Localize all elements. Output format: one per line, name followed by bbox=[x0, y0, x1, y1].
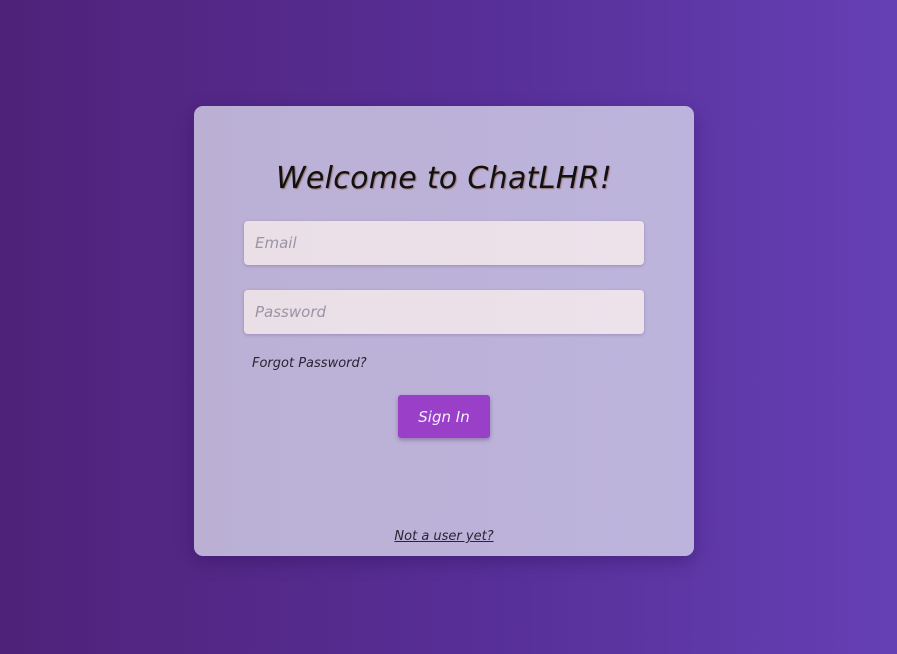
login-title: Welcome to ChatLHR! bbox=[275, 161, 613, 196]
password-input[interactable] bbox=[244, 290, 644, 334]
email-input[interactable] bbox=[244, 221, 644, 265]
login-card: Welcome to ChatLHR! Forgot Password? Sig… bbox=[194, 106, 694, 556]
forgot-password-link[interactable]: Forgot Password? bbox=[252, 356, 367, 371]
page-background: { "login": { "title": "Welcome to ChatLH… bbox=[0, 0, 897, 654]
sign-in-button[interactable]: Sign In bbox=[398, 395, 490, 438]
register-link[interactable]: Not a user yet? bbox=[194, 529, 694, 544]
